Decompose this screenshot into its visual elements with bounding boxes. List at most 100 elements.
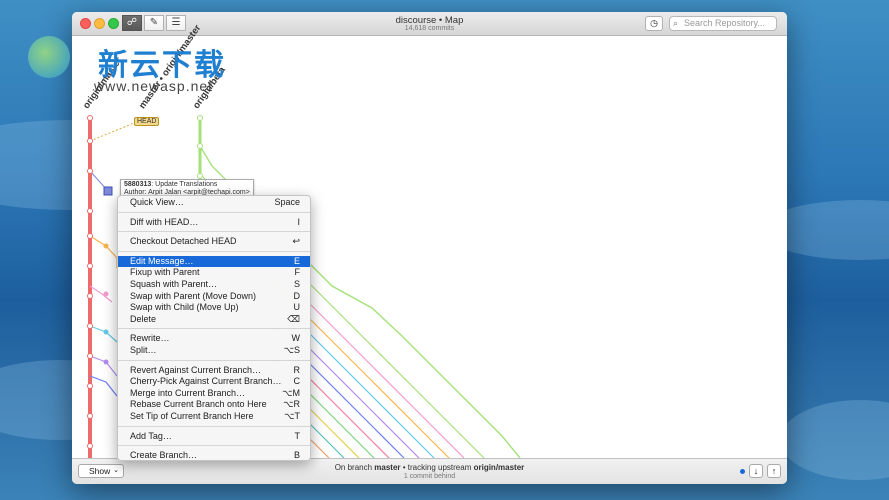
menu-item-rebase-current-branch-onto-here[interactable]: Rebase Current Branch onto Here ⌥R (118, 399, 310, 411)
menu-item-label: Checkout Detached HEAD (130, 236, 237, 247)
menu-item-shortcut: B (293, 450, 300, 461)
menu-separator (118, 250, 310, 252)
commit-node (87, 293, 93, 299)
arrow-up-icon: ↑ (771, 466, 777, 476)
menu-item-shortcut: D (293, 290, 301, 301)
menu-item-label: Create Branch… (130, 450, 198, 461)
menu-item-label: Set Tip of Current Branch Here (130, 410, 254, 421)
menu-separator (118, 445, 310, 447)
menu-item-label: Rebase Current Branch onto Here (130, 399, 267, 410)
menu-item-shortcut: Space (274, 197, 300, 207)
commit-context-menu: Quick View… Space Diff with HEAD… I Checkout… (117, 195, 311, 461)
lane-line (89, 285, 113, 303)
menu-item-shortcut: ⌥S (283, 344, 300, 355)
commit-node (87, 263, 93, 269)
menu-item-shortcut: E (293, 255, 300, 266)
history-button[interactable]: ◷ (645, 16, 663, 31)
wallpaper-wave (780, 400, 889, 480)
commit-node (103, 291, 109, 297)
menu-item-shortcut: T (294, 430, 301, 441)
selected-commit-node (103, 186, 113, 196)
push-button[interactable]: ↑ (767, 464, 781, 478)
menu-item-shortcut: C (293, 376, 301, 387)
commit-node (103, 243, 109, 249)
menu-item-shortcut: W (291, 333, 301, 344)
tooltip-sha: 5880313 (124, 181, 152, 188)
menu-item-label: Delete (130, 313, 157, 324)
menu-separator (118, 359, 310, 361)
menu-item-shortcut: ⌥R (283, 399, 300, 410)
search-field[interactable]: ⌕ Search Repository... (669, 16, 777, 31)
menu-item-label: Fixup with Parent (130, 267, 200, 278)
commit-node (87, 443, 93, 449)
tooltip-title-line: 5880313: Update Translations (124, 181, 250, 189)
commit-node (87, 208, 93, 214)
menu-item-label: Revert Against Current Branch… (130, 364, 262, 375)
menu-item-label: Add Tag… (130, 430, 172, 441)
title-bar: ☍ ✎ ☰ discourse • Map 14,618 commits ◷ ⌕… (72, 12, 787, 36)
commit-node (87, 413, 93, 419)
menu-item-shortcut: U (293, 302, 301, 313)
menu-item-delete[interactable]: Delete ⌫ (118, 314, 310, 326)
commit-node (197, 115, 203, 121)
commit-node (87, 115, 93, 121)
menu-item-swap-with-child-move-up[interactable]: Swap with Child (Move Up) U (118, 302, 310, 314)
menu-item-diff-with-head[interactable]: Diff with HEAD… I (118, 217, 310, 229)
clock-icon: ◷ (650, 18, 658, 28)
menu-item-rewrite[interactable]: Rewrite… W (118, 333, 310, 345)
commit-node (87, 383, 93, 389)
menu-item-label: Quick View… (130, 197, 184, 207)
menu-item-label: Squash with Parent… (130, 278, 218, 289)
menu-item-split[interactable]: Split… ⌥S (118, 345, 310, 357)
menu-item-create-branch[interactable]: Create Branch… B (118, 450, 310, 462)
menu-item-fixup-with-parent[interactable]: Fixup with Parent F (118, 267, 310, 279)
menu-item-edit-message[interactable]: Edit Message… E (118, 255, 310, 268)
menu-item-label: Split… (130, 344, 157, 355)
commit-node (103, 359, 109, 365)
menu-item-merge-into-current-branch[interactable]: Merge into Current Branch… ⌥M (118, 388, 310, 400)
menu-separator (118, 231, 310, 233)
commit-node (197, 143, 203, 149)
menu-item-label: Rewrite… (130, 333, 170, 344)
menu-item-cherry-pick-against-current-branch[interactable]: Cherry-Pick Against Current Branch… C (118, 376, 310, 388)
head-tag[interactable]: HEAD (134, 117, 160, 126)
menu-item-shortcut: F (294, 267, 301, 278)
sync-indicator-dot (740, 469, 745, 474)
menu-item-squash-with-parent[interactable]: Squash with Parent… S (118, 279, 310, 291)
lane-line (89, 325, 118, 343)
menu-item-shortcut: ↩ (292, 236, 300, 247)
status-prefix: On branch (334, 463, 375, 472)
search-icon: ⌕ (673, 18, 679, 28)
menu-item-shortcut: ⌥T (284, 410, 300, 421)
pull-button[interactable]: ↓ (749, 464, 763, 478)
lane-line (89, 355, 118, 377)
menu-item-label: Edit Message… (130, 255, 194, 266)
menu-separator (118, 425, 310, 427)
menu-item-shortcut: I (297, 216, 300, 227)
arrow-down-icon: ↓ (753, 466, 759, 476)
status-middle: • tracking upstream (400, 463, 474, 472)
menu-item-set-tip-of-current-branch-here[interactable]: Set Tip of Current Branch Here ⌥T (118, 411, 310, 423)
menu-item-shortcut: S (293, 278, 300, 289)
menu-item-label: Swap with Child (Move Up) (130, 302, 239, 313)
menu-item-label: Cherry-Pick Against Current Branch… (130, 376, 282, 387)
commit-node (87, 323, 93, 329)
menu-item-swap-with-parent-move-down[interactable]: Swap with Parent (Move Down) D (118, 291, 310, 303)
commit-node (87, 233, 93, 239)
status-branch: master (374, 463, 401, 472)
menu-item-checkout-detached-head[interactable]: Checkout Detached HEAD ↩ (118, 236, 310, 248)
menu-separator (118, 328, 310, 330)
branch-status: On branch master • tracking upstream ori… (72, 463, 787, 472)
menu-item-revert-against-current-branch[interactable]: Revert Against Current Branch… R (118, 365, 310, 377)
commit-node (87, 353, 93, 359)
menu-item-quick-view[interactable]: Quick View… Space (118, 197, 310, 209)
menu-item-shortcut: R (293, 364, 301, 375)
commit-node (87, 138, 93, 144)
commit-node (197, 173, 203, 179)
menu-item-add-tag[interactable]: Add Tag… T (118, 431, 310, 443)
menu-item-label: Diff with HEAD… (130, 216, 199, 227)
status-upstream: origin/master (473, 463, 525, 472)
search-placeholder: Search Repository... (684, 18, 765, 28)
status-bar: Show ⌄ On branch master • tracking upstr… (72, 458, 787, 484)
tooltip-message: : Update Translations (151, 181, 218, 188)
